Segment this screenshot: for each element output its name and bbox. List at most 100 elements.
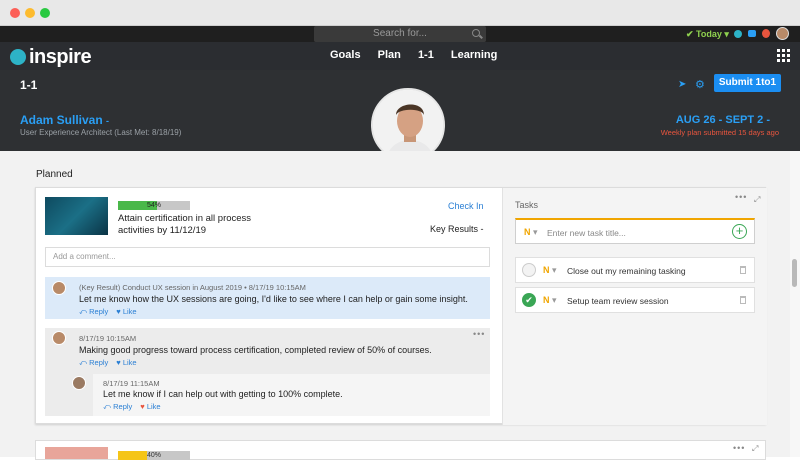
next-goal-card: 40% ••• ⤢	[35, 440, 766, 460]
like-link[interactable]: ♥ Like	[116, 358, 136, 367]
scrollbar[interactable]	[790, 151, 800, 457]
share-icon[interactable]: ➤	[678, 79, 686, 90]
priority-label: N	[524, 227, 531, 237]
comment-input[interactable]: Add a comment...	[45, 247, 490, 267]
next-card-expand-icon[interactable]: ⤢	[752, 444, 758, 454]
page-title: 1-1	[20, 78, 38, 92]
expand-icon[interactable]: ⤢	[754, 195, 760, 205]
next-goal-thumbnail	[45, 447, 108, 459]
globe-icon[interactable]	[734, 30, 742, 38]
close-window-button[interactable]	[10, 8, 20, 18]
trash-icon[interactable]	[740, 296, 746, 304]
nav-links: Goals Plan 1-1 Learning	[330, 49, 511, 61]
reply-link[interactable]: ⤺ Reply	[79, 307, 108, 316]
task-item[interactable]: ✔ N ▾ Setup team review session	[515, 287, 755, 313]
person-name-label: Adam Sullivan	[20, 113, 103, 127]
window-titlebar	[0, 0, 800, 26]
goal-thumbnail	[45, 197, 108, 235]
task-label: Setup team review session	[567, 296, 669, 306]
goal-card: 54% Attain certification in all process …	[35, 187, 767, 425]
new-task-placeholder: Enter new task title...	[547, 228, 626, 238]
apps-grid-icon[interactable]	[777, 49, 790, 62]
comment-text: Let me know if I can help out with getti…	[103, 389, 343, 399]
reply-link[interactable]: ⤺ Reply	[79, 358, 108, 367]
comment-actions: ⤺ Reply ♥ Like	[103, 402, 169, 412]
submit-1to1-button[interactable]: Submit 1to1	[714, 74, 781, 92]
comment-text: Making good progress toward process cert…	[79, 345, 432, 355]
person-dropdown-icon[interactable]: -	[106, 116, 109, 126]
reply-label: Reply	[89, 358, 109, 367]
chat-icon[interactable]	[748, 30, 756, 37]
goal-progress-bar: 54%	[118, 201, 190, 210]
settings-gear-icon[interactable]: ⚙	[695, 78, 705, 91]
comment-menu-icon[interactable]: •••	[473, 329, 485, 339]
section-title-planned: Planned	[36, 169, 73, 180]
next-card-menu-icon[interactable]: •••	[733, 443, 745, 453]
task-item[interactable]: N ▾ Close out my remaining tasking	[515, 257, 755, 283]
task-priority[interactable]: N ▾	[543, 295, 557, 306]
logo-mark-icon	[10, 49, 26, 65]
key-results-toggle[interactable]: Key Results -	[430, 224, 484, 234]
person-name[interactable]: Adam Sullivan -	[20, 113, 109, 127]
scrollbar-thumb[interactable]	[792, 259, 797, 287]
date-range[interactable]: AUG 26 - SEPT 2 -	[676, 114, 770, 126]
reply-label: Reply	[89, 307, 109, 316]
logo[interactable]: inspire	[10, 46, 92, 69]
zoom-window-button[interactable]	[40, 8, 50, 18]
comment-actions: ⤺ Reply ♥ Like	[79, 307, 145, 317]
tasks-title: Tasks	[515, 200, 539, 210]
plan-submitted-note: Weekly plan submitted 15 days ago	[660, 128, 779, 137]
reply-label: Reply	[113, 402, 133, 411]
like-label: Like	[122, 307, 137, 316]
like-link[interactable]: ♥ Like	[140, 402, 160, 411]
nav-1-1[interactable]: 1-1	[418, 49, 434, 61]
like-label: Like	[122, 358, 137, 367]
comment-meta: (Key Result) Conduct UX session in Augus…	[79, 283, 306, 292]
task-priority[interactable]: N ▾	[543, 265, 557, 276]
reply-link[interactable]: ⤺ Reply	[103, 402, 132, 411]
comment-avatar	[52, 331, 66, 345]
next-goal-progress-bar: 40%	[118, 451, 190, 460]
tasks-menu-icon[interactable]: •••	[735, 192, 747, 202]
notification-icon[interactable]	[762, 29, 770, 38]
key-results-collapse-icon[interactable]: -	[481, 224, 484, 234]
task-priority-label: N	[543, 265, 550, 275]
add-task-icon[interactable]: +	[732, 224, 747, 239]
priority-selector[interactable]: N ▾	[524, 227, 538, 238]
search-input[interactable]: Search for...	[314, 26, 486, 42]
nav-plan[interactable]: Plan	[378, 49, 401, 61]
trash-icon[interactable]	[740, 266, 746, 274]
search-icon[interactable]	[472, 29, 480, 37]
new-task-input[interactable]: N ▾ Enter new task title... +	[515, 218, 755, 244]
like-label: Like	[146, 402, 161, 411]
minimize-window-button[interactable]	[25, 8, 35, 18]
date-range-label: AUG 26 - SEPT 2	[675, 114, 764, 126]
nav-goals[interactable]: Goals	[330, 49, 361, 61]
check-in-link[interactable]: Check In	[448, 201, 484, 211]
search-placeholder: Search for...	[373, 28, 427, 39]
tasks-panel: Tasks ••• ⤢ N ▾ Enter new task title... …	[502, 188, 767, 425]
person-role: User Experience Architect (Last Met: 8/1…	[20, 128, 182, 137]
logo-text: inspire	[29, 46, 92, 68]
goal-panel: 54% Attain certification in all process …	[36, 188, 502, 425]
nav-learning[interactable]: Learning	[451, 49, 497, 61]
task-label: Close out my remaining tasking	[567, 266, 686, 276]
status-today[interactable]: ✔ Today ▾	[686, 29, 729, 40]
comment-meta: 8/17/19 10:15AM	[79, 334, 137, 343]
key-results-label: Key Results	[430, 224, 479, 234]
comment-avatar	[72, 376, 86, 390]
next-goal-progress-label: 40%	[146, 452, 161, 459]
like-link[interactable]: ♥ Like	[116, 307, 136, 316]
user-avatar-small[interactable]	[776, 27, 789, 40]
goal-title[interactable]: Attain certification in all process acti…	[118, 213, 268, 237]
task-checkbox-checked[interactable]: ✔	[522, 293, 536, 307]
comment-text: Let me know how the UX sessions are goin…	[79, 294, 468, 304]
date-dropdown-icon[interactable]: -	[766, 114, 770, 126]
comment-avatar	[52, 281, 66, 295]
comment-actions: ⤺ Reply ♥ Like	[79, 358, 145, 368]
goal-progress-label: 54%	[146, 202, 161, 209]
comment-meta: 8/17/19 11:15AM	[103, 379, 160, 388]
status-today-label: Today	[696, 29, 722, 39]
task-checkbox[interactable]	[522, 263, 536, 277]
task-priority-label: N	[543, 295, 550, 305]
